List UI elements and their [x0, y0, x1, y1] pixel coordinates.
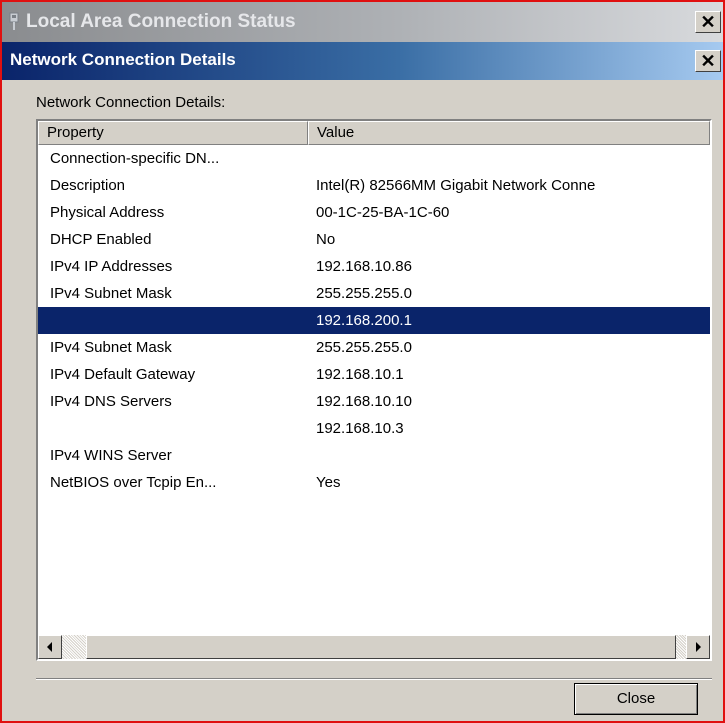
- property-cell: IPv4 Subnet Mask: [50, 285, 172, 302]
- horizontal-scrollbar[interactable]: [38, 635, 710, 659]
- scroll-left-button[interactable]: [38, 635, 62, 659]
- value-cell: 192.168.10.86: [316, 258, 412, 275]
- background-window-title: Local Area Connection Status: [26, 11, 296, 32]
- scroll-thumb[interactable]: [86, 635, 676, 659]
- property-cell: Connection-specific DN...: [50, 150, 220, 167]
- property-cell: IPv4 DNS Servers: [50, 393, 172, 410]
- value-cell: 192.168.10.3: [316, 420, 404, 437]
- value-cell: No: [316, 231, 336, 248]
- value-cell: 192.168.10.10: [316, 393, 412, 410]
- table-row[interactable]: IPv4 Default Gateway 192.168.10.1: [38, 361, 710, 388]
- property-cell: IPv4 WINS Server: [50, 447, 172, 464]
- property-cell: Physical Address: [50, 204, 165, 221]
- table-row[interactable]: Connection-specific DN...: [38, 145, 710, 172]
- property-cell: Description: [50, 177, 126, 194]
- arrow-right-icon: [696, 642, 701, 652]
- background-window-title-bar[interactable]: Local Area Connection Status ✕: [2, 2, 723, 42]
- scroll-track[interactable]: [62, 635, 686, 659]
- dialog-title: Network Connection Details: [10, 50, 236, 69]
- close-button[interactable]: Close: [574, 683, 698, 715]
- close-icon: ✕: [700, 12, 716, 32]
- value-cell: 192.168.200.1: [316, 312, 412, 329]
- table-row[interactable]: Physical Address 00-1C-25-BA-1C-60: [38, 199, 710, 226]
- table-row[interactable]: NetBIOS over Tcpip En... Yes: [38, 469, 710, 496]
- table-row[interactable]: IPv4 WINS Server: [38, 442, 710, 469]
- value-cell: Yes: [316, 474, 341, 491]
- property-cell: NetBIOS over Tcpip En...: [50, 474, 217, 491]
- table-row[interactable]: IPv4 IP Addresses 192.168.10.86: [38, 253, 710, 280]
- separator: [36, 678, 712, 680]
- network-connection-details-dialog: Network Connection Details ✕ Network Con…: [2, 42, 723, 721]
- dialog-title-bar[interactable]: Network Connection Details ✕: [2, 42, 723, 80]
- value-cell: Intel(R) 82566MM Gigabit Network Conne: [316, 177, 596, 194]
- table-row[interactable]: IPv4 DNS Servers 192.168.10.10: [38, 388, 710, 415]
- property-cell: DHCP Enabled: [50, 231, 152, 248]
- value-cell: 255.255.255.0: [316, 285, 412, 302]
- close-icon: ✕: [700, 51, 716, 71]
- table-row[interactable]: IPv4 Subnet Mask 255.255.255.0: [38, 280, 710, 307]
- value-cell: 00-1C-25-BA-1C-60: [316, 204, 450, 221]
- table-row[interactable]: 192.168.200.1: [38, 307, 710, 334]
- table-row[interactable]: 192.168.10.3: [38, 415, 710, 442]
- details-group-label: Network Connection Details:: [36, 94, 226, 111]
- network-connection-icon: [9, 12, 19, 30]
- property-cell: IPv4 Default Gateway: [50, 366, 196, 383]
- table-row[interactable]: IPv4 Subnet Mask 255.255.255.0: [38, 334, 710, 361]
- table-row[interactable]: Description Intel(R) 82566MM Gigabit Netw…: [38, 172, 710, 199]
- value-cell: 255.255.255.0: [316, 339, 412, 356]
- arrow-left-icon: [47, 642, 52, 652]
- property-cell: IPv4 IP Addresses: [50, 258, 173, 275]
- details-list-view[interactable]: Property Value Connection-specific DN...…: [36, 119, 712, 661]
- table-row[interactable]: DHCP Enabled No: [38, 226, 710, 253]
- property-cell: IPv4 Subnet Mask: [50, 339, 172, 356]
- list-rows: Connection-specific DN... Description Inte…: [38, 145, 710, 496]
- column-header-value[interactable]: Value: [308, 121, 710, 145]
- column-header-property[interactable]: Property: [38, 121, 308, 145]
- list-header: Property Value: [38, 121, 710, 145]
- dialog-close-button[interactable]: ✕: [695, 50, 721, 72]
- background-window-close-button[interactable]: ✕: [695, 11, 721, 33]
- value-cell: 192.168.10.1: [316, 366, 404, 383]
- scroll-right-button[interactable]: [686, 635, 710, 659]
